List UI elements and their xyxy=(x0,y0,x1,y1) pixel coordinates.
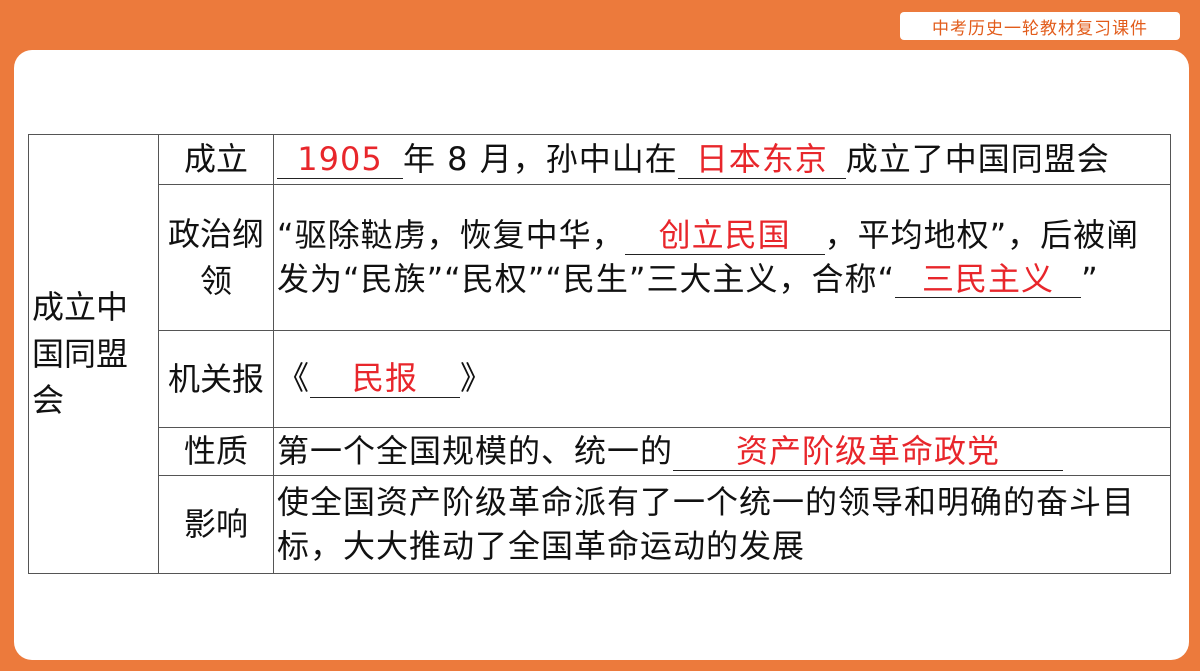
topic-cell: 成立中国同盟会 xyxy=(28,134,159,574)
newspaper-text-a: 《 xyxy=(277,359,311,398)
knowledge-table: 成立中国同盟会 成立 1905 年 8 月，孙中山在 日本东京 成立了中国同盟会 政治… xyxy=(28,134,1171,574)
row-impact: 影响 使全国资产阶级革命派有了一个统一的领导和明确的奋斗目标，大大推动了全国革命… xyxy=(29,475,1171,574)
answer-place: 日本东京 xyxy=(677,141,846,179)
nature-text-a: 第一个全国规模的、统一的 xyxy=(277,431,674,470)
course-label-badge: 中考历史一轮教材复习课件 xyxy=(900,12,1180,40)
row-newspaper: 机关报 《民报》 xyxy=(29,330,1171,428)
platform-text-c: ” xyxy=(1081,259,1099,298)
answer-party: 资产阶级革命政党 xyxy=(673,433,1064,471)
head-nature: 性质 xyxy=(158,427,274,476)
answer-year: 1905 xyxy=(277,141,403,179)
answer-doctrine: 三民主义 xyxy=(895,260,1082,299)
course-label: 中考历史一轮教材复习课件 xyxy=(932,18,1148,39)
content-impact: 使全国资产阶级革命派有了一个统一的领导和明确的奋斗目标，大大推动了全国革命运动的… xyxy=(273,475,1171,574)
head-newspaper: 机关报 xyxy=(158,330,274,428)
content-founding: 1905 年 8 月，孙中山在 日本东京 成立了中国同盟会 xyxy=(273,134,1171,185)
content-platform: “驱除鞑虏，恢复中华， 创立民国 ，平均地权”，后被阐发为“民族”“民权”“民生”三… xyxy=(273,184,1171,331)
founding-text-a: 年 8 月，孙中山在 xyxy=(403,139,678,178)
row-founding: 成立中国同盟会 成立 1905 年 8 月，孙中山在 日本东京 成立了中国同盟会 xyxy=(28,134,1171,574)
answer-slogan: 创立民国 xyxy=(624,217,825,256)
content-nature: 第一个全国规模的、统一的 资产阶级革命政党 xyxy=(273,427,1171,476)
platform-text-a: “驱除鞑虏，恢复中华， xyxy=(277,216,625,255)
head-platform: 政治纲领 xyxy=(158,184,274,331)
founding-text-b: 成立了中国同盟会 xyxy=(845,139,1110,178)
row-platform: 政治纲领 “驱除鞑虏，恢复中华， 创立民国 ，平均地权”，后被阐发为“民族”“民权”… xyxy=(29,184,1171,331)
row-nature: 性质 第一个全国规模的、统一的 资产阶级革命政党 xyxy=(29,427,1171,476)
newspaper-text-b: 》 xyxy=(460,359,494,398)
content-newspaper: 《民报》 xyxy=(273,330,1171,428)
head-impact: 影响 xyxy=(158,475,274,574)
answer-paper: 民报 xyxy=(310,360,461,399)
head-founding: 成立 xyxy=(158,134,274,185)
